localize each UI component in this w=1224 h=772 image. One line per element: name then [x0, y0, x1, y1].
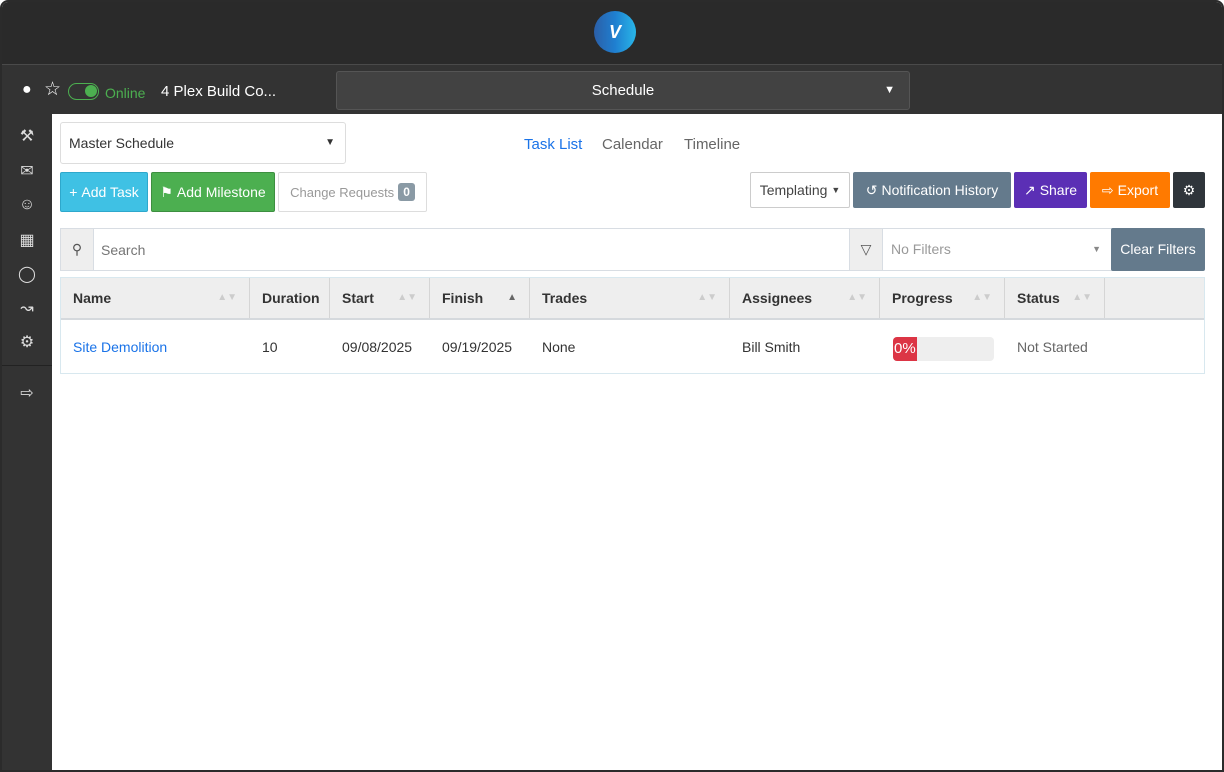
top-bar: V	[2, 2, 1222, 65]
column-label: Assignees	[742, 290, 813, 306]
change-requests-button[interactable]: Change Requests 0	[278, 172, 427, 212]
sort-icon: ▲▼	[1072, 292, 1092, 303]
cell-duration: 10	[262, 339, 278, 355]
task-name-link[interactable]: Site Demolition	[61, 320, 167, 374]
sort-icon: ▲▼	[217, 292, 237, 303]
schedule-select-value: Master Schedule	[69, 135, 175, 151]
progress-fill: 0%	[893, 337, 917, 361]
sort-icon: ▲▼	[697, 292, 717, 303]
column-label: Start	[342, 290, 374, 306]
tab-task-list[interactable]: Task List	[524, 136, 582, 153]
cell-status: Not Started	[1017, 339, 1088, 355]
add-task-button[interactable]: + Add Task	[60, 172, 148, 212]
chevron-down-icon: ▼	[1092, 244, 1101, 254]
cell-trades: None	[542, 339, 576, 355]
star-icon[interactable]: ☆	[44, 78, 61, 101]
flag-icon: ⚑	[160, 183, 173, 200]
export-label: Export	[1117, 182, 1159, 198]
chevron-down-icon: ▼	[884, 84, 895, 96]
column-label: Duration	[262, 290, 320, 306]
schedule-select[interactable]: Master Schedule ▼	[60, 122, 346, 164]
online-toggle[interactable]	[68, 83, 99, 100]
templating-label: Templating	[759, 182, 828, 198]
gear-icon[interactable]: ⚙	[2, 332, 52, 352]
share-icon: ↗	[1023, 181, 1036, 198]
export-icon: ⇨	[1101, 181, 1114, 198]
tab-timeline[interactable]: Timeline	[684, 136, 740, 153]
team-icon[interactable]: ☺	[2, 196, 52, 214]
notification-history-label: Notification History	[881, 182, 999, 198]
calendar-icon[interactable]: ▦	[2, 230, 52, 250]
sidebar-divider	[2, 365, 52, 366]
sort-icon: ▲▼	[972, 292, 992, 303]
column-label: Finish	[442, 290, 484, 306]
sort-ascending-icon: ▲	[507, 292, 517, 303]
search-bar: ⚲ ▽ No Filters ▼	[60, 228, 1148, 271]
column-start[interactable]: Start ▲▼	[330, 278, 430, 318]
module-label: Schedule	[591, 82, 655, 99]
settings-button[interactable]: ⚙	[1173, 172, 1205, 208]
sort-icon: ▲▼	[397, 292, 417, 303]
column-label: Name	[73, 290, 112, 306]
plus-icon: +	[69, 184, 78, 200]
caret-down-icon: ▼	[831, 185, 841, 195]
sort-icon: ▲▼	[847, 292, 867, 303]
progress-bar: 0%	[893, 337, 994, 361]
project-bar: ● ☆ Online 4 Plex Build Co... Schedule ▼	[2, 65, 1222, 114]
column-label: Status	[1017, 290, 1060, 306]
add-milestone-button[interactable]: ⚑ Add Milestone	[151, 172, 275, 212]
hammer-icon[interactable]: ⚒	[2, 126, 52, 146]
history-icon: ↺	[865, 181, 878, 198]
column-status[interactable]: Status ▲▼	[1005, 278, 1105, 318]
search-icon: ⚲	[61, 229, 94, 270]
gear-icon: ⚙	[1182, 181, 1196, 198]
cell-assignees: Bill Smith	[742, 339, 801, 355]
sidebar: ⚒ ✉ ☺ ▦ ◯ ↝ ⚙ ⇨	[2, 114, 52, 770]
location-icon[interactable]: ●	[22, 81, 32, 99]
project-name[interactable]: 4 Plex Build Co...	[161, 83, 276, 100]
templating-dropdown[interactable]: Templating ▼	[750, 172, 850, 208]
column-progress[interactable]: Progress ▲▼	[880, 278, 1005, 318]
column-label: Progress	[892, 290, 953, 306]
task-table: Name ▲▼ Duration Start ▲▼ Finish ▲ Trades ▲▼…	[60, 277, 1205, 374]
user-clock-icon[interactable]: ◯	[2, 264, 52, 284]
add-task-label: Add Task	[81, 184, 139, 200]
app-window: V ● ☆ Online 4 Plex Build Co... Schedule…	[0, 0, 1224, 772]
filters-placeholder: No Filters	[891, 241, 951, 257]
app-logo[interactable]: V	[594, 11, 636, 53]
change-requests-badge: 0	[398, 183, 415, 201]
add-milestone-label: Add Milestone	[176, 184, 266, 200]
mail-icon[interactable]: ✉	[2, 161, 52, 181]
logout-icon[interactable]: ⇨	[2, 383, 52, 403]
cell-finish: 09/19/2025	[442, 339, 513, 355]
column-label: Trades	[542, 290, 588, 306]
module-select[interactable]: Schedule ▼	[336, 71, 910, 110]
notification-history-button[interactable]: ↺ Notification History	[853, 172, 1011, 208]
column-finish[interactable]: Finish ▲	[430, 278, 530, 318]
tab-calendar[interactable]: Calendar	[602, 136, 663, 153]
change-requests-label: Change Requests	[290, 184, 395, 200]
online-status: Online	[105, 85, 146, 101]
column-name[interactable]: Name ▲▼	[61, 278, 250, 318]
clear-filters-button[interactable]: Clear Filters	[1111, 228, 1205, 271]
share-button[interactable]: ↗ Share	[1014, 172, 1087, 208]
cell-start: 09/08/2025	[342, 339, 413, 355]
filters-select[interactable]: No Filters ▼	[891, 229, 1109, 270]
filter-icon: ▽	[849, 229, 883, 270]
column-assignees[interactable]: Assignees ▲▼	[730, 278, 880, 318]
table-header: Name ▲▼ Duration Start ▲▼ Finish ▲ Trades ▲▼…	[61, 278, 1204, 320]
column-trades[interactable]: Trades ▲▼	[530, 278, 730, 318]
column-duration[interactable]: Duration	[250, 278, 330, 318]
search-input[interactable]	[101, 229, 801, 270]
chart-icon[interactable]: ↝	[2, 298, 52, 318]
export-button[interactable]: ⇨ Export	[1090, 172, 1170, 208]
chevron-down-icon: ▼	[325, 137, 335, 148]
share-label: Share	[1039, 182, 1078, 198]
